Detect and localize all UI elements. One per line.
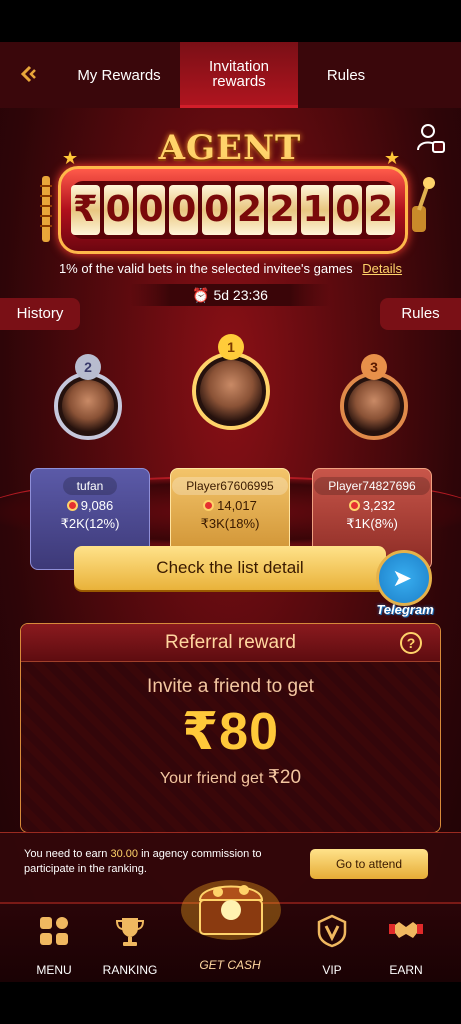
jackpot-digit: 0 — [136, 185, 166, 235]
app-screen: My Rewards Invitation rewards Rules ★ ★ … — [0, 42, 461, 982]
player-name: Player67606995 — [172, 477, 288, 495]
nav-label: RANKING — [102, 963, 158, 977]
player-name: tufan — [62, 477, 118, 495]
jackpot-digit: ₹ — [71, 185, 100, 235]
referral-amount: ₹80 — [181, 703, 280, 761]
rules-side-button[interactable]: Rules — [380, 298, 461, 330]
back-icon[interactable] — [16, 62, 44, 90]
avatar-rank-3: 3 — [340, 354, 408, 440]
notice-amount: 30.00 — [110, 848, 138, 860]
check-list-detail-button[interactable]: Check the list detail — [74, 546, 386, 590]
chip-icon — [348, 500, 360, 511]
history-button[interactable]: History — [0, 298, 80, 330]
nav-vip[interactable]: VIP — [292, 914, 372, 977]
handshake-icon — [389, 922, 423, 938]
trophy-icon — [115, 918, 145, 946]
friend-amount: ₹20 — [267, 767, 302, 788]
paper-plane-icon: ➤ — [392, 565, 413, 592]
friend-reward-row: Your friend get ₹20 — [21, 766, 440, 789]
referral-body: Invite a friend to get ₹80 Your friend g… — [21, 662, 440, 832]
jackpot-digit: 0 — [333, 185, 363, 235]
avatar — [62, 380, 114, 432]
player-score: 9,086 — [80, 498, 114, 513]
help-icon[interactable]: ? — [400, 632, 422, 654]
rank-badge: 1 — [218, 334, 244, 360]
menu-grid-icon — [40, 917, 68, 945]
nav-earn[interactable]: EARN — [366, 914, 446, 977]
rank-badge: 2 — [75, 354, 101, 380]
jackpot-digit: 2 — [235, 185, 264, 235]
player-score: 3,232 — [362, 498, 396, 513]
jackpot-digits: ₹ 0 0 0 0 2 2 1 0 2 — [71, 181, 395, 239]
countdown-value: 5d 23:36 — [213, 287, 268, 303]
friend-text: Your friend get — [159, 770, 264, 787]
jackpot-digit: 0 — [202, 185, 231, 235]
avatar-rank-1: 1 — [192, 334, 270, 430]
slot-lever-icon — [412, 177, 435, 232]
jackpot-digit: 2 — [267, 185, 297, 235]
player-score: 14,017 — [217, 498, 257, 513]
tab-rules[interactable]: Rules — [300, 42, 392, 108]
countdown-timer: ⏰ 5d 23:36 — [130, 284, 330, 306]
rank-badge: 3 — [361, 354, 387, 380]
jackpot-digit: 2 — [366, 185, 395, 235]
player-reward: ₹3K(18%) — [200, 516, 260, 531]
chip-icon — [203, 500, 215, 511]
tab-my-rewards[interactable]: My Rewards — [60, 42, 178, 108]
tab-invitation-rewards[interactable]: Invitation rewards — [180, 42, 298, 108]
referral-title: Referral reward — [21, 624, 440, 662]
jackpot-digit: 1 — [300, 185, 330, 235]
agent-profile-icon[interactable] — [416, 122, 446, 156]
nav-label: EARN — [389, 963, 423, 977]
chip-icon — [66, 500, 78, 511]
avatar — [348, 380, 400, 432]
details-link[interactable]: Details — [362, 261, 402, 276]
top-tab-bar: My Rewards Invitation rewards Rules — [0, 42, 461, 108]
notice-prefix: You need to earn — [24, 848, 108, 860]
alarm-clock-icon: ⏰ — [192, 287, 210, 303]
referral-reward-panel: Referral reward ? Invite a friend to get… — [20, 623, 441, 833]
player-score-row: 14,017 — [171, 498, 289, 513]
treasure-chest-icon[interactable] — [178, 870, 284, 942]
spring-decoration-icon — [40, 176, 52, 242]
avatar — [200, 360, 262, 422]
player-reward: ₹2K(12%) — [60, 516, 120, 531]
player-score-row: 9,086 — [31, 498, 149, 513]
nav-label: VIP — [322, 963, 342, 977]
jackpot-description: 1% of the valid bets in the selected inv… — [58, 261, 353, 276]
vip-shield-icon — [317, 914, 347, 948]
tab-invitation-line1: Invitation — [208, 57, 270, 75]
nav-label: GET CASH — [199, 958, 261, 972]
player-score-row: 3,232 — [313, 498, 431, 513]
invite-text: Invite a friend to get — [147, 676, 314, 697]
avatar-rank-2: 2 — [54, 354, 122, 440]
nav-ranking[interactable]: RANKING — [90, 914, 170, 977]
nav-label: MENU — [36, 963, 72, 977]
telegram-label: Telegram — [376, 602, 434, 617]
jackpot-description-row: 1% of the valid bets in the selected inv… — [0, 261, 461, 276]
go-to-attend-button[interactable]: Go to attend — [310, 849, 428, 879]
nav-menu[interactable]: MENU — [14, 914, 94, 977]
jackpot-digit: 0 — [103, 185, 133, 235]
jackpot-counter: ₹ 0 0 0 0 2 2 1 0 2 — [58, 166, 408, 254]
tab-invitation-line2: rewards — [212, 72, 266, 90]
player-name: Player74827696 — [314, 477, 430, 495]
player-reward: ₹1K(8%) — [346, 516, 398, 531]
telegram-button[interactable]: ➤ Telegram — [370, 550, 440, 620]
jackpot-digit: 0 — [169, 185, 199, 235]
